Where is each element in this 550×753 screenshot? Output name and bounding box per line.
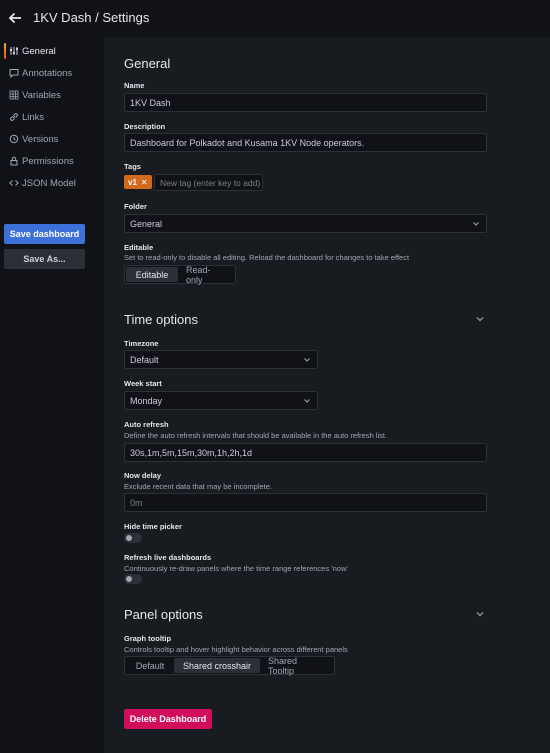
chevron-down-icon bbox=[304, 358, 310, 362]
timezone-value: Default bbox=[130, 354, 159, 365]
timezone-select[interactable]: Default bbox=[124, 350, 318, 369]
sidebar-item-versions[interactable]: Versions bbox=[0, 128, 104, 150]
link-icon bbox=[9, 112, 19, 122]
editable-option[interactable]: Editable bbox=[126, 267, 178, 282]
auto-refresh-label: Auto refresh bbox=[124, 420, 169, 429]
sidebar-item-permissions[interactable]: Permissions bbox=[0, 150, 104, 172]
sidebar-item-general[interactable]: General bbox=[0, 40, 104, 62]
description-label: Description bbox=[124, 122, 166, 131]
tooltip-shared-tooltip-option[interactable]: Shared Tooltip bbox=[260, 656, 332, 676]
page-title: 1KV Dash / Settings bbox=[33, 10, 150, 25]
description-input[interactable]: Dashboard for Polkadot and Kusama 1KV No… bbox=[124, 133, 487, 152]
folder-select[interactable]: General bbox=[124, 214, 487, 233]
now-delay-label: Now delay bbox=[124, 471, 162, 480]
lock-icon bbox=[9, 156, 19, 166]
remove-tag-icon[interactable]: ✕ bbox=[141, 178, 148, 187]
editable-label: Editable bbox=[124, 243, 154, 252]
save-dashboard-button[interactable]: Save dashboard bbox=[4, 224, 85, 244]
sidebar-item-links[interactable]: Links bbox=[0, 106, 104, 128]
sidebar-item-json-model[interactable]: JSON Model bbox=[0, 172, 104, 194]
read-only-option[interactable]: Read-only bbox=[178, 265, 234, 285]
hide-time-picker-label: Hide time picker bbox=[124, 522, 182, 531]
sidebar-item-variables[interactable]: Variables bbox=[0, 84, 104, 106]
history-icon bbox=[9, 134, 19, 144]
folder-value: General bbox=[130, 218, 163, 229]
week-start-label: Week start bbox=[124, 379, 162, 388]
timezone-label: Timezone bbox=[124, 339, 159, 348]
sidebar-item-label: Variables bbox=[22, 89, 61, 101]
sidebar-item-label: General bbox=[22, 45, 56, 57]
sliders-icon bbox=[9, 46, 19, 56]
chevron-down-icon bbox=[304, 399, 310, 403]
section-heading-panel-options: Panel options bbox=[124, 607, 203, 622]
graph-tooltip-description: Controls tooltip and hover highlight beh… bbox=[124, 645, 348, 654]
editable-radio-group: Editable Read-only bbox=[124, 265, 236, 285]
graph-tooltip-label: Graph tooltip bbox=[124, 634, 172, 643]
tooltip-default-option[interactable]: Default bbox=[126, 658, 174, 673]
tooltip-shared-crosshair-option[interactable]: Shared crosshair bbox=[174, 658, 260, 673]
save-as-button[interactable]: Save As... bbox=[4, 249, 85, 269]
refresh-live-label: Refresh live dashboards bbox=[124, 553, 212, 562]
week-start-select[interactable]: Monday bbox=[124, 391, 318, 410]
name-input[interactable]: 1KV Dash bbox=[124, 93, 487, 112]
sidebar-item-annotations[interactable]: Annotations bbox=[0, 62, 104, 84]
back-arrow-icon[interactable] bbox=[8, 11, 22, 25]
code-icon bbox=[9, 178, 19, 188]
auto-refresh-input[interactable]: 30s,1m,5m,15m,30m,1h,2h,1d bbox=[124, 443, 487, 462]
hide-time-picker-toggle[interactable] bbox=[124, 533, 142, 543]
name-label: Name bbox=[124, 81, 145, 90]
sidebar-item-label: JSON Model bbox=[22, 177, 76, 189]
now-delay-description: Exclude recent data that may be incomple… bbox=[124, 482, 273, 491]
sidebar-item-label: Permissions bbox=[22, 155, 74, 167]
auto-refresh-description: Define the auto refresh intervals that s… bbox=[124, 431, 388, 440]
chevron-down-icon bbox=[473, 222, 479, 226]
chevron-down-icon[interactable] bbox=[475, 314, 485, 324]
graph-tooltip-radio-group: Default Shared crosshair Shared Tooltip bbox=[124, 656, 335, 676]
sidebar-item-label: Links bbox=[22, 111, 45, 123]
sidebar-item-label: Versions bbox=[22, 133, 59, 145]
refresh-live-toggle[interactable] bbox=[124, 574, 142, 584]
settings-sidebar: General Annotations Variables Links Vers… bbox=[0, 40, 104, 194]
week-start-value: Monday bbox=[130, 395, 163, 406]
grid-icon bbox=[9, 90, 19, 100]
comment-icon bbox=[9, 68, 19, 78]
section-heading-general: General bbox=[124, 56, 171, 71]
new-tag-input[interactable]: New tag (enter key to add) bbox=[154, 174, 263, 191]
sidebar-item-label: Annotations bbox=[22, 67, 73, 79]
chevron-down-icon[interactable] bbox=[475, 609, 485, 619]
folder-label: Folder bbox=[124, 202, 147, 211]
section-heading-time-options: Time options bbox=[124, 312, 198, 327]
now-delay-input[interactable]: 0m bbox=[124, 493, 487, 512]
editable-description: Set to read-only to disable all editing.… bbox=[124, 253, 410, 262]
top-bar: 1KV Dash / Settings bbox=[0, 0, 550, 36]
refresh-live-description: Continuously re-draw panels where the ti… bbox=[124, 564, 348, 573]
delete-dashboard-button[interactable]: Delete Dashboard bbox=[124, 709, 212, 729]
tag-label: v1 bbox=[128, 177, 137, 187]
tags-label: Tags bbox=[124, 162, 141, 171]
tag-chip[interactable]: v1 ✕ bbox=[124, 175, 152, 189]
